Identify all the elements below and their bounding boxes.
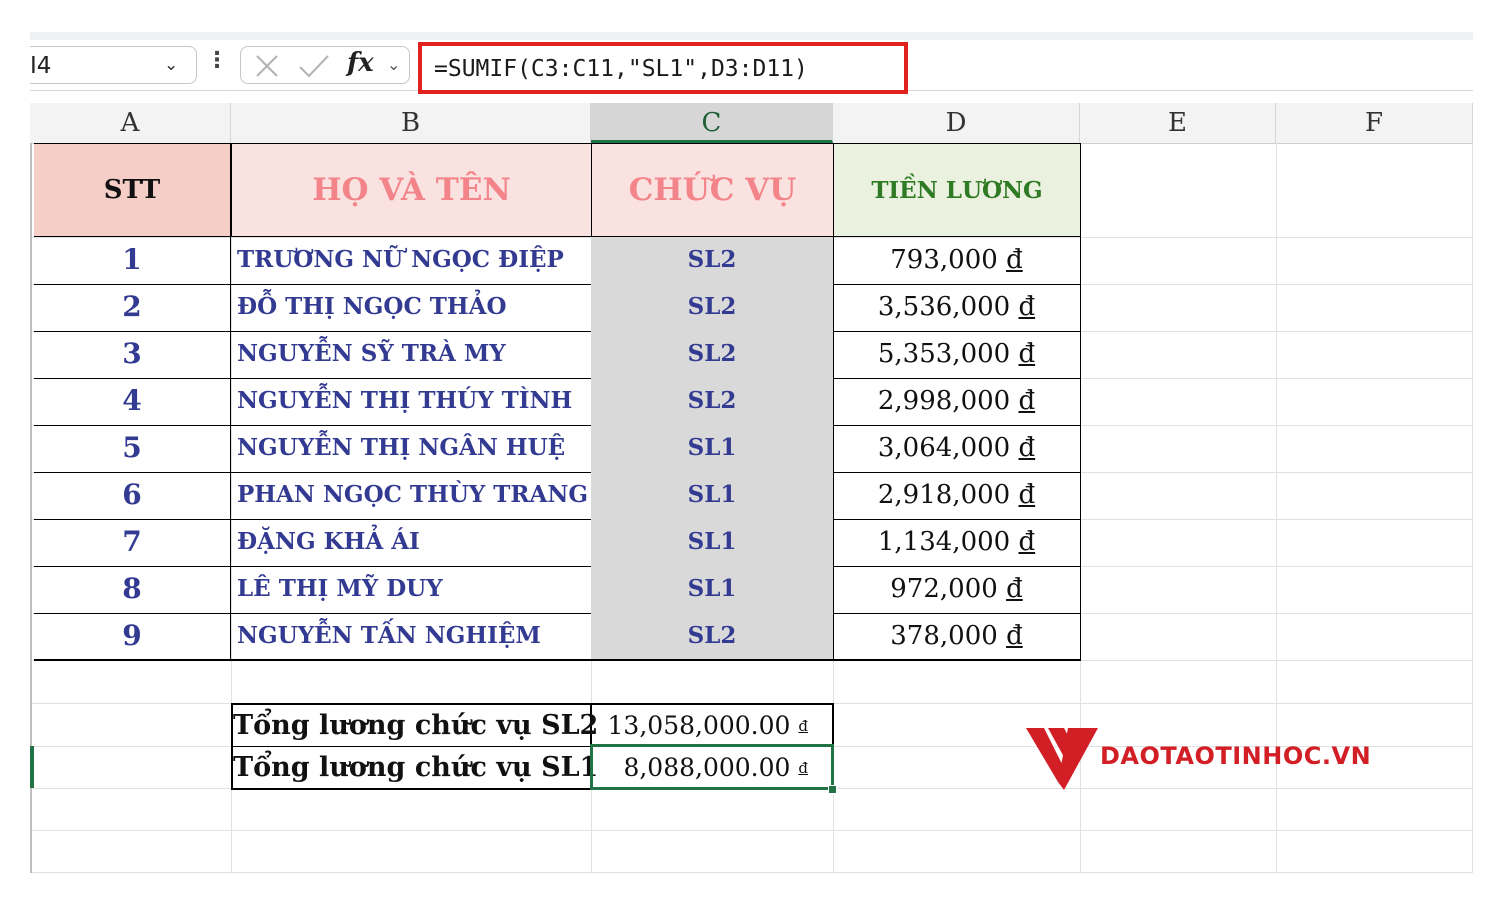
column-headers: A B C D E F — [30, 103, 1473, 144]
salary-value: 793,000 — [890, 245, 998, 275]
cell-salary[interactable]: 378,000 đ — [833, 613, 1081, 661]
more-options-icon[interactable]: ⋮ — [206, 48, 228, 73]
cell-position[interactable]: SL1 — [591, 566, 834, 614]
name-box[interactable]: I4 ⌄ — [30, 46, 197, 84]
cell-salary[interactable]: 793,000 đ — [833, 237, 1081, 285]
currency-symbol: đ — [1018, 386, 1036, 416]
cell-stt[interactable]: 4 — [34, 378, 231, 426]
header-stt[interactable]: STT — [34, 143, 231, 237]
active-row-indicator — [30, 746, 34, 788]
currency-symbol: đ — [1006, 621, 1023, 651]
formula-text: =SUMIF(C3:C11,"SL1",D3:D11) — [434, 56, 808, 82]
summary-label-sl2[interactable]: Tổng lương chức vụ SL2 — [231, 703, 598, 747]
cell-position[interactable]: SL1 — [591, 519, 834, 567]
salary-value: 2,918,000 — [877, 480, 1011, 510]
formula-input[interactable]: =SUMIF(C3:C11,"SL1",D3:D11) — [418, 42, 908, 94]
column-header-e[interactable]: E — [1080, 103, 1276, 143]
daotaotinhoc-logo: DAOTAOTINHOC.VN — [1024, 724, 1444, 794]
header-salary[interactable]: TIỀN LƯƠNG — [833, 143, 1081, 237]
formula-bar: I4 ⌄ ⋮ fx ⌄ =SUMIF(C3:C11,"SL1",D3:D11) — [30, 40, 1473, 94]
cell-position[interactable]: SL2 — [591, 237, 834, 285]
summary-value-sl2-text: 13,058,000.00 — [607, 711, 791, 740]
currency-symbol: đ — [1018, 433, 1036, 463]
header-name[interactable]: HỌ VÀ TÊN — [231, 143, 592, 237]
salary-value: 3,064,000 — [877, 433, 1011, 463]
column-header-c[interactable]: C — [591, 103, 833, 143]
cell-stt[interactable]: 1 — [34, 237, 231, 285]
cell-salary[interactable]: 3,536,000 đ — [833, 284, 1081, 332]
gridline — [1472, 143, 1473, 873]
chevron-down-icon[interactable]: ⌄ — [387, 55, 400, 74]
salary-value: 378,000 — [890, 621, 998, 651]
summary-label-sl1[interactable]: Tổng lương chức vụ SL1 — [231, 746, 598, 790]
salary-value: 5,353,000 — [877, 339, 1011, 369]
salary-value: 1,134,000 — [877, 527, 1011, 557]
cell-salary[interactable]: 2,918,000 đ — [833, 472, 1081, 520]
cell-stt[interactable]: 7 — [34, 519, 231, 567]
cell-position[interactable]: SL1 — [591, 472, 834, 520]
cell-salary[interactable]: 1,134,000 đ — [833, 519, 1081, 567]
name-box-value: I4 — [30, 53, 52, 79]
cell-name[interactable]: NGUYỄN TẤN NGHIỆM — [231, 613, 592, 661]
cell-name[interactable]: NGUYỄN SỸ TRÀ MY — [231, 331, 592, 379]
cell-salary[interactable]: 972,000 đ — [833, 566, 1081, 614]
currency-symbol: đ — [798, 717, 808, 735]
currency-symbol: đ — [1018, 527, 1036, 557]
cell-position[interactable]: SL2 — [591, 284, 834, 332]
currency-symbol: đ — [1006, 574, 1023, 604]
cell-position[interactable]: SL2 — [591, 331, 834, 379]
cell-stt[interactable]: 9 — [34, 613, 231, 661]
cell-name[interactable]: NGUYỄN THỊ THÚY TÌNH — [231, 378, 592, 426]
cell-name[interactable]: ĐẶNG KHẢ ÁI — [231, 519, 592, 567]
column-header-a[interactable]: A — [30, 103, 231, 143]
insert-function-icon[interactable]: fx — [347, 48, 374, 78]
cell-name[interactable]: LÊ THỊ MỸ DUY — [231, 566, 592, 614]
ribbon-divider — [30, 32, 1473, 40]
cancel-icon[interactable] — [253, 53, 281, 79]
chevron-down-icon[interactable]: ⌄ — [164, 55, 178, 75]
currency-symbol: đ — [1006, 245, 1023, 275]
cell-name[interactable]: TRƯƠNG NỮ NGỌC ĐIỆP — [231, 237, 592, 285]
column-header-f[interactable]: F — [1276, 103, 1473, 143]
cell-position[interactable]: SL2 — [591, 613, 834, 661]
header-position[interactable]: CHỨC VỤ — [591, 143, 834, 237]
currency-symbol: đ — [1018, 292, 1036, 322]
cell-name[interactable]: PHAN NGỌC THÙY TRANG — [231, 472, 592, 520]
cell-stt[interactable]: 5 — [34, 425, 231, 473]
check-icon[interactable] — [297, 53, 331, 79]
formula-controls: fx ⌄ — [240, 46, 410, 84]
cell-position[interactable]: SL1 — [591, 425, 834, 473]
salary-value: 972,000 — [890, 574, 998, 604]
column-header-b[interactable]: B — [231, 103, 591, 143]
cell-stt[interactable]: 6 — [34, 472, 231, 520]
cell-salary[interactable]: 2,998,000 đ — [833, 378, 1081, 426]
salary-value: 3,536,000 — [877, 292, 1011, 322]
summary-value-sl2[interactable]: 13,058,000.00 đ — [591, 703, 834, 747]
active-cell-border — [590, 744, 834, 790]
fill-handle[interactable] — [828, 785, 837, 794]
salary-value: 2,998,000 — [877, 386, 1011, 416]
currency-symbol: đ — [1018, 480, 1036, 510]
currency-symbol: đ — [1018, 339, 1036, 369]
cell-position[interactable]: SL2 — [591, 378, 834, 426]
cell-stt[interactable]: 8 — [34, 566, 231, 614]
cell-salary[interactable]: 5,353,000 đ — [833, 331, 1081, 379]
cell-name[interactable]: NGUYỄN THỊ NGÂN HUỆ — [231, 425, 592, 473]
gridline — [30, 872, 1473, 873]
cell-name[interactable]: ĐỖ THỊ NGỌC THẢO — [231, 284, 592, 332]
cell-stt[interactable]: 3 — [34, 331, 231, 379]
gridline — [30, 830, 1473, 831]
column-header-d[interactable]: D — [833, 103, 1080, 143]
cell-stt[interactable]: 2 — [34, 284, 231, 332]
logo-mark-icon — [1026, 728, 1098, 790]
cell-salary[interactable]: 3,064,000 đ — [833, 425, 1081, 473]
logo-text: DAOTAOTINHOC.VN — [1100, 742, 1372, 770]
